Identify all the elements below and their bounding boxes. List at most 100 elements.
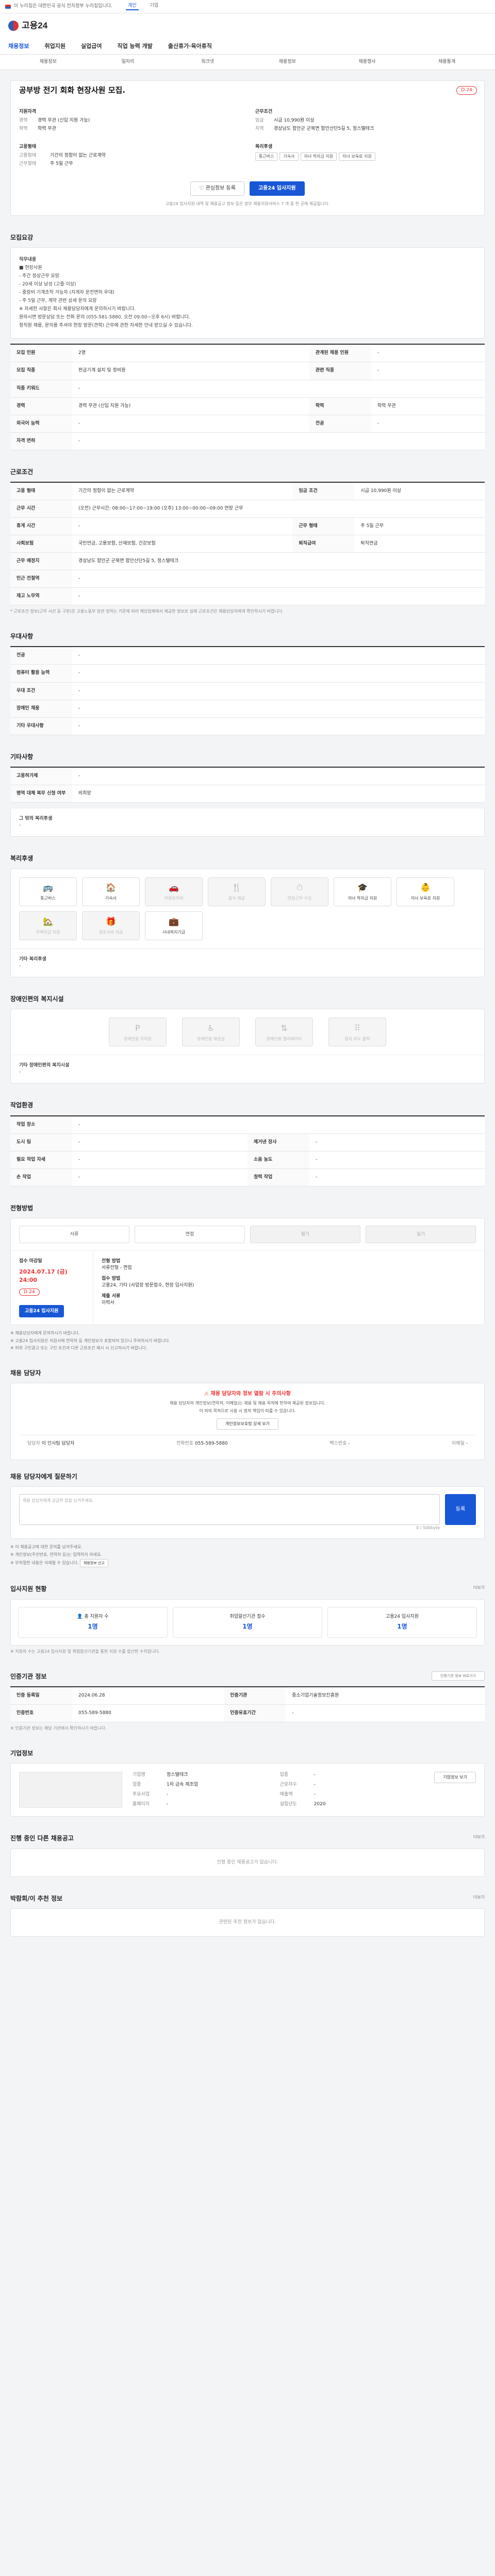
table-cell: 시급 10,990원 이상 [354,482,485,501]
section-title-disability: 장애인편의 복지시설 [10,995,64,1003]
welfare-chip: 자녀 학자금 지원 [300,152,337,161]
related-more-link[interactable]: 더보기 [473,1894,485,1901]
contact-value: 이 인사팀 담당자 [41,1441,75,1446]
table-row: 고용허가제 - [10,767,485,786]
misc-extra-label: 그 밖의 복리후생 [19,816,53,822]
job-desc-line: - 주간 정상근무 요망 [19,274,60,279]
contact-key: 담당자 [27,1441,40,1446]
welfare-item-label: 자녀 학자금 지원 [348,896,377,901]
qna-note: ※ 부적절한 내용은 삭제될 수 있습니다. [10,1561,79,1566]
welfare-item-icon: 🏡 [43,917,53,927]
table-header-cell: 관계된 채용 인원 [309,344,371,363]
same-more-link[interactable]: 더보기 [473,1834,485,1840]
site-logo[interactable]: 고용24 [8,20,47,32]
deadline-dday: D-24 [19,1289,40,1296]
job-desc-line: - 주 5일 근무, 계약 관련 상세 문의 요망 [19,298,97,304]
subnav-item[interactable]: 채용정보 [8,59,88,65]
table-cell: - [72,664,485,683]
auth-link-button[interactable]: 인증기관 정보 바로가기 [432,1671,485,1681]
welfare-chip: 기숙사 [279,152,299,161]
kv-key: 학력 [19,126,28,131]
disability-item-label: 장애인용 주차장 [123,1036,152,1041]
apply-area: 접수 마감일 2024.07.17 (금) 24:00 D-24 고용24 입사… [11,1250,484,1325]
misc-extra: 그 밖의 복리후생 - [10,808,485,837]
gnb-employment-support[interactable]: 취업지원 [44,42,65,50]
table-header-cell: 컴퓨터 활용 능력 [10,664,72,683]
welfare-item: 👶 자녀 보육료 지원 [397,877,454,906]
welfare-icons: 🚌 통근버스 🏠 기숙사 🚗 차량유지비 🍴 중식 제공 ⏱ 연장근무 수당 🎓 자녀 학자금 지원 👶… [11,869,484,948]
misc-extra-value: - [19,823,21,828]
top-nav-personal[interactable]: 개인 [126,3,139,11]
table-header-cell: 근무 시간 [10,500,72,518]
dday-badge: D-24 [456,86,477,95]
company-info-button[interactable]: 기업정보 보기 [434,1772,476,1784]
contact-key: 전화번호 [176,1441,194,1446]
welfare-chips: 통근버스 기숙사 자녀 학자금 지원 자녀 보육료 지원 [255,152,476,161]
privacy-button[interactable]: 개인정보보호법 상세 보기 [216,1418,279,1430]
status-label: 고용24 입사지원 [386,1614,419,1619]
question-textarea[interactable]: 채용 담당자에게 궁금한 점을 남겨주세요. [19,1494,440,1526]
company-value: 정스텔테크 [167,1772,188,1778]
gnb-leave[interactable]: 출산휴가·육아휴직 [168,42,212,50]
company-value: 1차 금속 제조업 [167,1782,199,1788]
job-desc-heading: 직무내용 [19,257,37,263]
process-bullet: ※ 채용담당자에게 문의하시기 바랍니다. [10,1331,80,1336]
gnb-training[interactable]: 직업 능력 개발 [117,42,152,50]
process-bullets: ※ 채용담당자에게 문의하시기 바랍니다. ※ 고용24 입사지원은 지원서에 … [10,1330,485,1351]
process-flow: 서류 면접 필기 실기 [11,1218,484,1250]
status-item: 취업알선기관 접수 1명 [173,1606,322,1638]
table-header-cell: 임금 조건 [292,482,355,501]
report-button[interactable]: 채용정보 신고 [79,1559,108,1568]
table-cell: - [72,647,485,665]
subnav-item[interactable]: 워크넷 [168,59,248,65]
subnav-item[interactable]: 채용행사 [327,59,407,65]
disability-item: ♿ 장애인용 화장실 [182,1018,240,1047]
apply-value: 고용24, 기타 (사업장 방문접수, 현장 입사지원) [102,1283,194,1289]
table-header-cell: 모집 인원 [10,344,72,363]
apply-button[interactable]: 고용24 입사지원 [249,181,305,196]
place-table: 작업 장소 - 도시 팀 - 제거낸 장사 - 필요 작업 자세 - 소음 농도 - 손 작업 - 청력… [10,1115,485,1187]
cond-note: * 근로조건 정보(근무 시간 등 구분)은 고용노동부 장관 정하는 기준에 … [10,609,284,614]
qna-notes: ※ 이 채용공고에 대한 문의를 남겨주세요. ※ 개인정보(주민번호, 연락처… [10,1544,485,1568]
scrap-button[interactable]: ♡ 관심정보 등록 [190,181,244,196]
gnb-unemployment[interactable]: 실업급여 [81,42,102,50]
subnav-item[interactable]: 일자리 [88,59,168,65]
welfare-item-label: 경조사비 지급 [98,930,123,935]
kv-value: 시급 10,990원 이상 [274,117,315,123]
disability-extra-label: 기타 장애인편의 복지시설 [19,1063,70,1069]
subnav-item[interactable]: 채용정보 [248,59,327,65]
apply-button-2[interactable]: 고용24 입사지원 [19,1305,64,1318]
section-title-related: 박람회/이 추천 정보 더보기 [10,1894,485,1903]
company-value: 2020 [314,1802,326,1807]
misc-table: 고용허가제 - 병역 대체 복무 신청 여부 비희망 [10,767,485,803]
kv-key: 지역 [255,126,264,131]
heart-icon: ♡ [199,185,206,191]
company-key: 매출액 [279,1792,293,1798]
table-header-cell: 근무 예정지 [10,552,72,571]
gnb-jobs[interactable]: 채용정보 [8,42,29,50]
deadline-date: 2024.07.17 (금) 24:00 [19,1268,68,1284]
company-value: - [314,1792,316,1798]
table-row: 고용 형태 기간의 정함이 없는 근로계약 임금 조건 시급 10,990원 이상 [10,482,485,501]
subnav-item[interactable]: 채용통계 [407,59,487,65]
table-header-cell: 손 작업 [10,1168,72,1187]
question-submit-button[interactable]: 등록 [445,1494,476,1526]
disability-card: P 장애인용 주차장 ♿ 장애인용 화장실 ⇅ 장애인용 엘리베이터 ⠿ 점자 유도 블… [10,1009,485,1084]
section-title-qna: 채용 담당자에게 질문하기 [10,1473,77,1481]
status-title-text: 입사지원 현황 [10,1585,47,1593]
process-bullet: ※ 허위 구인광고 또는 구인 조건과 다른 근로조건 제시 시 신고하시기 바… [10,1346,147,1351]
table-cell: - [72,570,485,588]
welfare-item-icon: 👶 [420,883,431,893]
welfare-item-icon: 💼 [169,917,179,927]
section-title-same: 진행 중인 다른 채용공고 더보기 [10,1834,485,1843]
welfare-item: 🏡 주택자금 지원 [19,911,77,940]
job-summary-card: 공부방 전기 회화 현장사원 모집. D-24 지원자격 경력 경력 무관 (신입… [10,80,485,216]
table-header-cell: 작업 장소 [10,1115,72,1134]
table-row: 인증 등록일 2024.06.28 인증기관 중소기업기술정보진흥원 [10,1687,485,1705]
disability-item-label: 점자 유도 블럭 [344,1036,370,1041]
welfare-item-icon: 🍴 [232,883,242,893]
status-more-link[interactable]: 더보기 [473,1585,485,1591]
top-nav-company[interactable]: 기업 [148,3,161,10]
kv-value: 기간의 정함이 없는 근로계약 [50,152,106,158]
section-title-pref: 우대사항 [10,633,34,640]
